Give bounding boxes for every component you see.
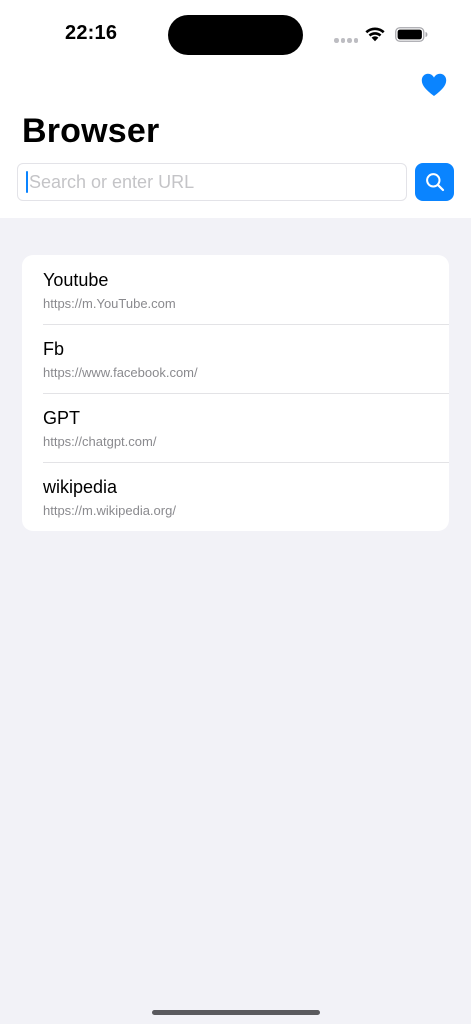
- magnifying-glass-icon: [425, 173, 444, 192]
- cellular-signal-icon: [334, 38, 358, 43]
- battery-icon: [395, 27, 428, 42]
- page-title: Browser: [22, 112, 160, 150]
- bookmark-title: GPT: [43, 408, 81, 428]
- list-item[interactable]: Fb https://www.facebook.com/: [22, 324, 449, 393]
- bookmark-url: https://m.YouTube.com: [43, 296, 176, 311]
- text-cursor: [26, 171, 28, 193]
- list-item[interactable]: wikipedia https://m.wikipedia.org/: [22, 462, 449, 531]
- dynamic-island: [168, 15, 303, 55]
- bookmark-title: wikipedia: [43, 477, 118, 497]
- wifi-icon: [365, 27, 385, 42]
- bookmark-url: https://chatgpt.com/: [43, 434, 157, 449]
- browser-screen: 22:16 Browser Youtube: [0, 0, 471, 1024]
- status-bar: 22:16: [0, 0, 471, 70]
- bookmark-url: https://www.facebook.com/: [43, 365, 198, 380]
- status-time: 22:16: [65, 22, 118, 44]
- bookmark-url: https://m.wikipedia.org/: [43, 503, 176, 518]
- list-item[interactable]: GPT https://chatgpt.com/: [22, 393, 449, 462]
- bookmark-title: Youtube: [43, 270, 109, 290]
- list-item[interactable]: Youtube https://m.YouTube.com: [22, 255, 449, 324]
- search-button[interactable]: [415, 163, 454, 201]
- bookmarks-list: Youtube https://m.YouTube.com Fb https:/…: [22, 255, 449, 531]
- heart-fill-icon: [421, 73, 447, 96]
- bookmark-title: Fb: [43, 339, 65, 359]
- search-field[interactable]: [17, 163, 407, 201]
- search-input[interactable]: [29, 167, 369, 197]
- home-indicator[interactable]: [152, 1010, 320, 1015]
- favorites-button[interactable]: [420, 71, 448, 99]
